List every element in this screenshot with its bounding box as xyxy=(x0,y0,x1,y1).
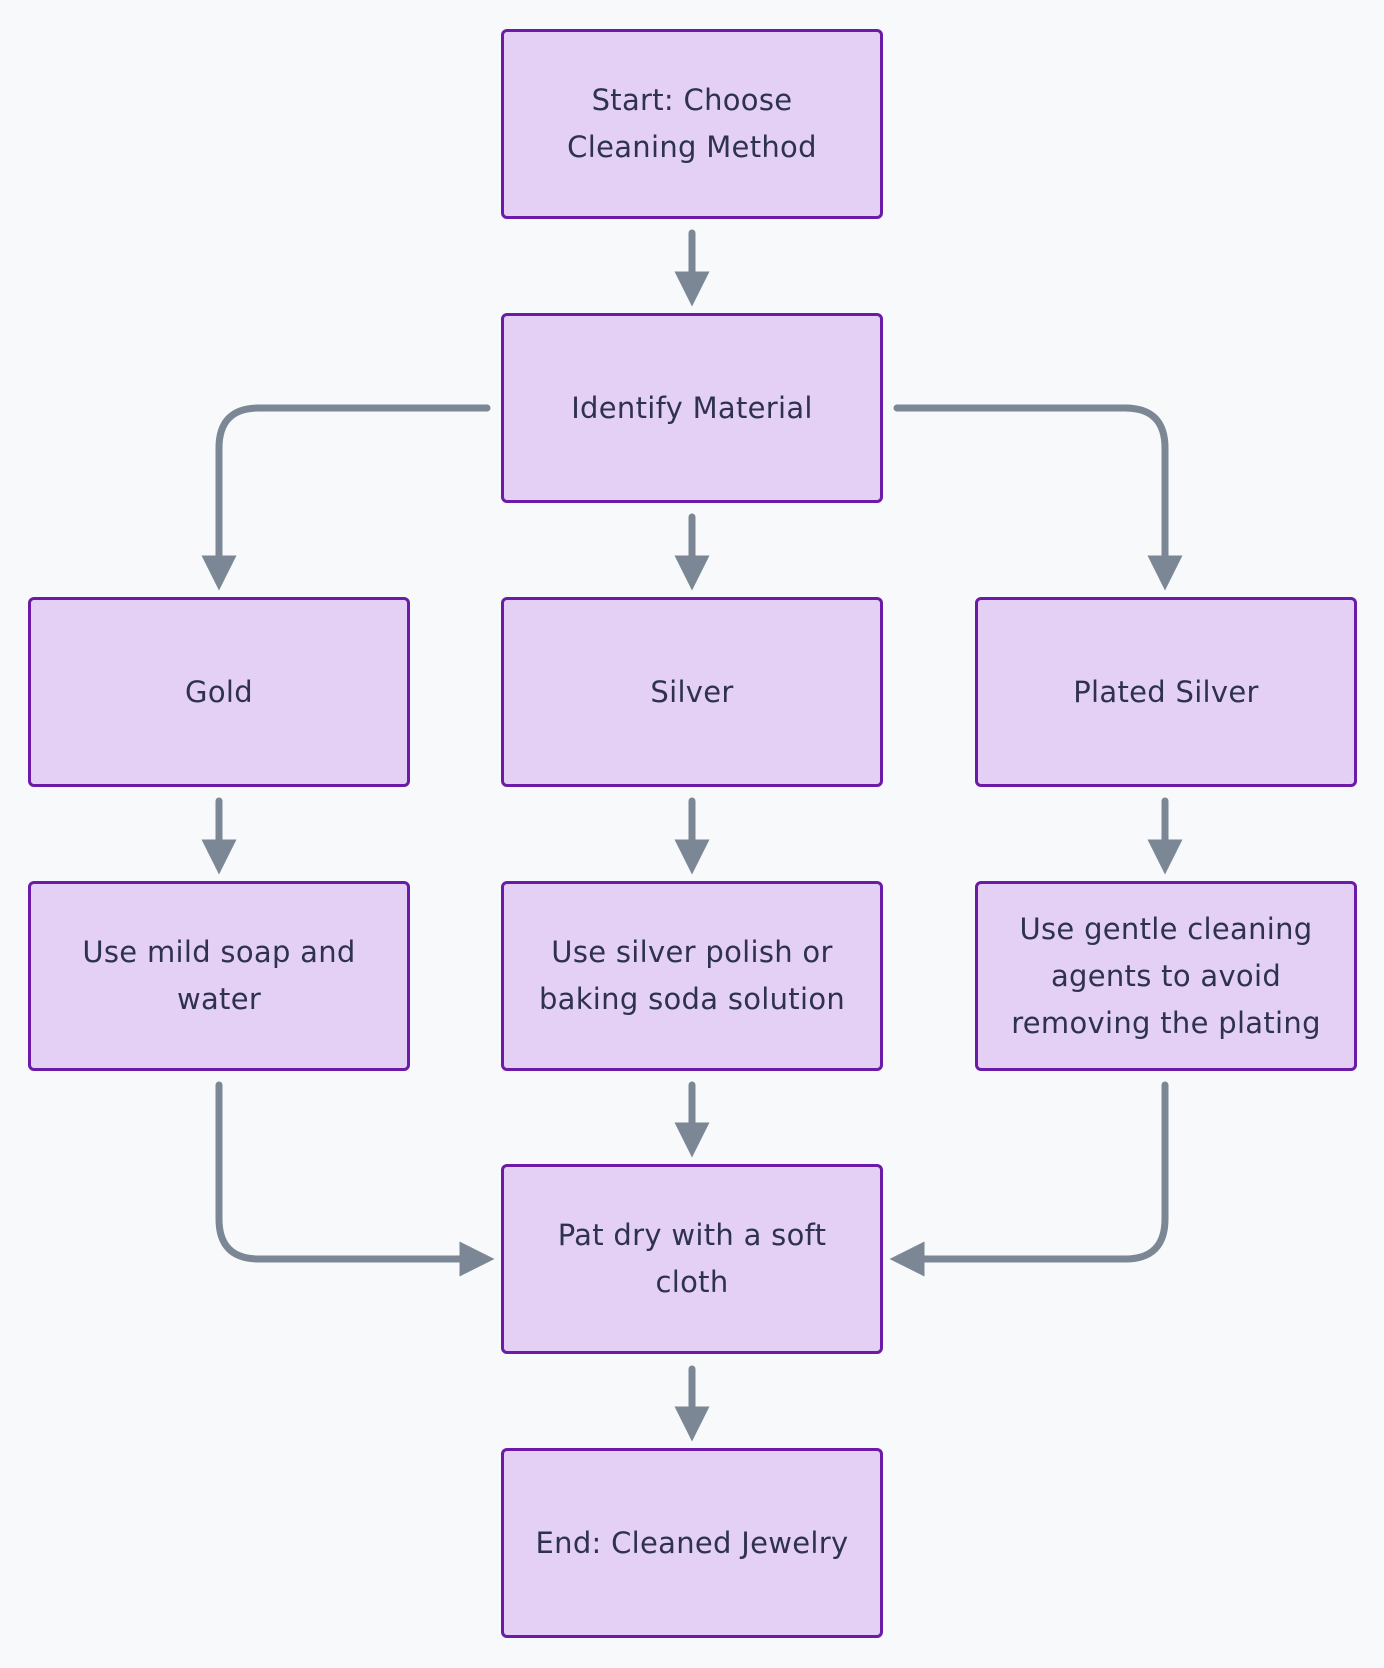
node-silver-label: Silver xyxy=(650,674,734,709)
node-plated-cleaning-label: Use gentle cleaning agents to avoid remo… xyxy=(1011,911,1321,1040)
node-silver-cleaning-label: Use silver polish or baking soda solutio… xyxy=(538,935,846,1016)
node-end-label: End: Cleaned Jewelry xyxy=(535,1525,849,1560)
node-start-label: Start: Choose Cleaning Method xyxy=(567,83,817,164)
node-identify-material-label: Identify Material xyxy=(571,390,813,425)
node-gold-cleaning: Use mild soap and water xyxy=(28,881,410,1071)
node-gold-cleaning-label: Use mild soap and water xyxy=(82,935,356,1016)
edge-identify-gold xyxy=(201,404,491,591)
node-end: End: Cleaned Jewelry xyxy=(501,1448,883,1638)
node-plated-silver: Plated Silver xyxy=(975,597,1357,787)
edges-layer xyxy=(201,229,1183,1442)
node-silver: Silver xyxy=(501,597,883,787)
node-silver-cleaning: Use silver polish or baking soda solutio… xyxy=(501,881,883,1071)
node-pat-dry-label: Pat dry with a soft cloth xyxy=(557,1218,827,1299)
edge-identify-plated xyxy=(893,404,1183,591)
node-gold-label: Gold xyxy=(185,674,253,709)
node-plated-cleaning: Use gentle cleaning agents to avoid remo… xyxy=(975,881,1357,1071)
node-plated-silver-label: Plated Silver xyxy=(1073,674,1259,709)
edge-goldclean-dry xyxy=(215,1081,495,1277)
node-gold: Gold xyxy=(28,597,410,787)
node-start: Start: Choose Cleaning Method xyxy=(501,29,883,219)
edge-platedclean-dry xyxy=(889,1081,1169,1277)
node-pat-dry: Pat dry with a soft cloth xyxy=(501,1164,883,1354)
node-identify-material: Identify Material xyxy=(501,313,883,503)
